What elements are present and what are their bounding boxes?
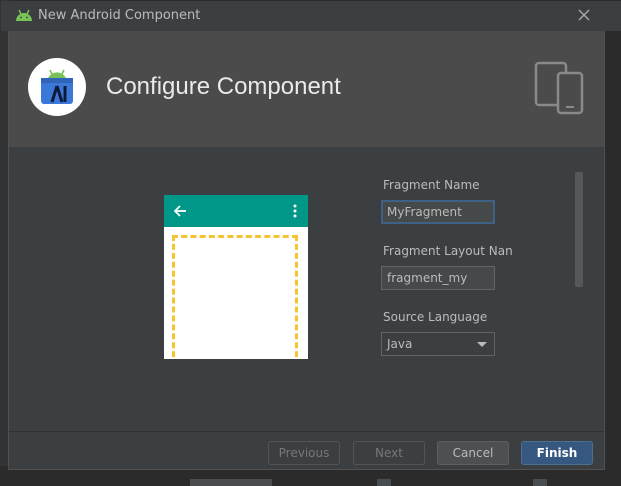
layout-name-input[interactable]: fragment_my bbox=[381, 266, 495, 290]
dialog-header: Configure Component bbox=[9, 31, 604, 147]
more-vert-icon bbox=[293, 204, 297, 218]
source-language-select[interactable]: Java bbox=[381, 332, 495, 356]
next-button[interactable]: Next bbox=[353, 441, 425, 465]
android-icon bbox=[16, 9, 32, 21]
fragment-preview bbox=[164, 195, 308, 359]
finish-button[interactable]: Finish bbox=[521, 441, 593, 465]
fragment-name-label: Fragment Name bbox=[383, 178, 480, 192]
fragment-placeholder bbox=[172, 235, 298, 359]
chevron-down-icon bbox=[477, 342, 487, 347]
layout-name-label: Fragment Layout Nan bbox=[383, 244, 513, 258]
form-scrollbar[interactable] bbox=[575, 172, 583, 287]
source-language-value: Java bbox=[387, 337, 413, 351]
footer-divider bbox=[9, 431, 604, 432]
dialog-titlebar: New Android Component bbox=[1, 1, 621, 31]
cancel-button[interactable]: Cancel bbox=[437, 441, 509, 465]
ide-bottom-chip bbox=[377, 479, 391, 486]
new-android-component-dialog: New Android Component Configure Componen… bbox=[1, 1, 621, 470]
previous-button[interactable]: Previous bbox=[268, 441, 340, 465]
ide-bottom-chip bbox=[190, 479, 272, 486]
arrow-back-icon bbox=[173, 205, 186, 217]
tablet-phone-icon bbox=[534, 61, 584, 115]
ide-bottom-chip bbox=[533, 479, 547, 486]
android-studio-logo-icon bbox=[28, 58, 86, 116]
close-icon[interactable] bbox=[576, 7, 592, 23]
fragment-name-input[interactable]: MyFragment bbox=[381, 200, 495, 224]
page-title: Configure Component bbox=[106, 73, 341, 100]
dialog-title: New Android Component bbox=[38, 8, 201, 23]
source-language-label: Source Language bbox=[383, 310, 488, 324]
